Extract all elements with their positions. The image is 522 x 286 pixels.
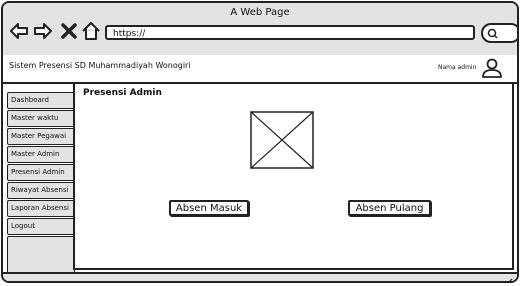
sidebar-item-master-admin[interactable]: Master Admin (7, 146, 75, 163)
search-box[interactable] (481, 23, 517, 43)
forward-arrow-icon[interactable] (33, 21, 53, 41)
main-panel: Presensi Admin Absen Masuk Absen Pulang (73, 82, 514, 270)
home-icon[interactable] (81, 21, 101, 41)
back-arrow-icon[interactable] (9, 21, 29, 41)
sidebar-item-presensi-admin[interactable]: Presensi Admin (7, 164, 75, 181)
close-icon[interactable] (59, 21, 79, 41)
sidebar-item-master-waktu[interactable]: Master waktu (7, 110, 75, 127)
sidebar-item-dashboard[interactable]: Dashboard (7, 92, 75, 109)
image-placeholder-icon (250, 111, 314, 169)
absen-pulang-button[interactable]: Absen Pulang (348, 200, 431, 216)
browser-titlebar: A Web Page https:// (3, 3, 517, 57)
page-title: Presensi Admin (83, 88, 162, 98)
admin-name[interactable]: Nama admin (438, 64, 476, 71)
sidebar-item-laporan-absensi[interactable]: Laporan Absensi (7, 200, 75, 217)
window-title: A Web Page (230, 7, 290, 18)
resize-grip-icon[interactable] (503, 277, 513, 283)
sidebar-item-riwayat-absensi[interactable]: Riwayat Absensi (7, 182, 75, 199)
app-title: Sistem Presensi SD Muhammadiyah Wonogiri (9, 61, 191, 70)
user-icon[interactable] (481, 57, 503, 79)
sidebar-menu: Dashboard Master waktu Master Pegawai Ma… (7, 92, 75, 274)
sidebar-filler (7, 236, 75, 274)
status-bar (3, 272, 517, 283)
absen-masuk-button[interactable]: Absen Masuk (169, 200, 249, 216)
sidebar-item-logout[interactable]: Logout (7, 218, 75, 235)
search-icon (487, 28, 498, 39)
app-header: Sistem Presensi SD Muhammadiyah Wonogiri… (3, 55, 517, 84)
browser-window: A Web Page https:// Sistem Presensi SD M… (1, 1, 519, 283)
url-input[interactable]: https:// (105, 25, 475, 40)
sidebar-item-master-pegawai[interactable]: Master Pegawai (7, 128, 75, 145)
